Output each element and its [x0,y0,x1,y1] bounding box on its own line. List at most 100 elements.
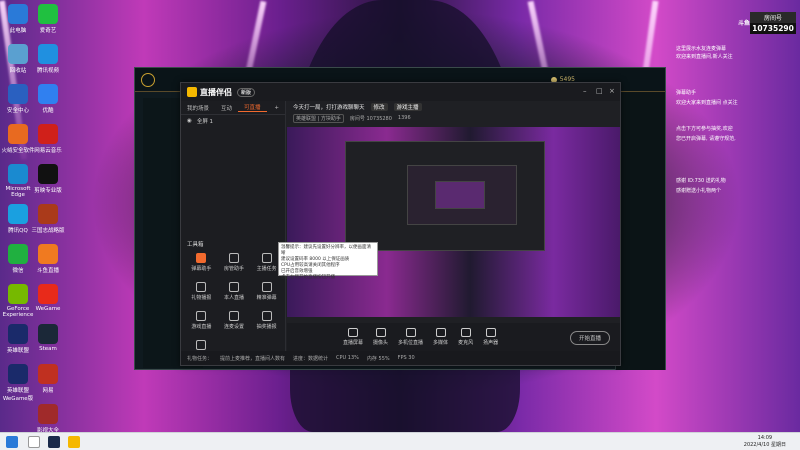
chat-overlay: 斗鱼 房间号 10735290 这里展示水友连麦弹幕 欢迎来到直播间,新人关注 弹幕… [670,8,800,198]
clock[interactable]: 14:09 2022/4/10 星期日 [744,435,786,449]
status-item: FPS 30 [397,355,415,361]
window-controls: – □ × [583,88,616,95]
maximize-icon[interactable]: □ [596,88,603,95]
desktop-icon[interactable]: Steam [30,324,66,352]
app-titlebar: 直播伴侣 新版 – □ × [181,83,620,101]
desktop-icon[interactable]: 爱奇艺 [30,4,66,34]
taskbar-app-icon[interactable] [48,436,60,448]
tool-button[interactable]: 本人直播 [218,282,251,301]
game-friends-panel [615,92,665,370]
control-button[interactable]: 多媒体 [433,328,448,346]
tool-button[interactable]: 房管助手 [218,253,251,272]
taskbar-app-icon[interactable] [28,436,40,448]
start-icon[interactable] [6,436,18,448]
app-icon [38,324,58,344]
tool-icon [196,282,207,292]
room-number: 房间号 10735280 [349,115,392,122]
desktop-icon-label: 腾讯视频 [36,68,59,74]
app-icon [8,44,28,64]
tool-button[interactable]: 精准弹幕 [250,282,283,301]
control-button[interactable]: 摄像头 [373,328,388,346]
desktop-icon-label: WeGame [35,306,61,312]
tip-line: 点击右侧开始直播按钮开播 [281,275,335,280]
scene-item[interactable]: ◉ 全屏 1 [181,115,285,127]
tool-button[interactable]: 弹幕助手 [185,253,218,272]
control-button[interactable]: 直播屏幕 [343,328,363,346]
tips-popup: 温馨提示：建议先设置好分辨率，以便画面清晰 建议设置码率 8000 以上保证画质 C… [278,242,378,280]
control-label: 扬声器 [483,340,499,346]
chat-message: 感谢赠送小礼物两个 [676,188,722,194]
tool-button[interactable]: 连麦设置 [218,311,251,330]
status-item: CPU 13% [336,355,359,361]
desktop-icon-label: 网易 [42,388,54,394]
edit-title-button[interactable]: 修改 [370,103,388,111]
desktop-icon[interactable]: 网易 [30,364,66,394]
add-scene-icon[interactable]: + [268,105,285,111]
desktop-icon[interactable]: 优酷 [30,84,66,114]
tool-button[interactable]: 抽奖播报 [250,311,283,330]
chat-message: 您已开启弹幕, 请遵守规范, [676,136,736,142]
streaming-app-window[interactable]: 直播伴侣 新版 – □ × 我的场景 互动 可直播 + ◉ 全屏 1 工具箱 弹… [180,82,621,366]
app-icon [8,84,28,104]
close-icon[interactable]: × [609,88,616,95]
control-button[interactable]: 多机位直播 [398,328,423,346]
desktop-icon-label: 爱奇艺 [39,28,57,34]
stream-preview[interactable] [287,127,620,317]
control-button[interactable]: 麦克风 [458,328,473,346]
eye-icon[interactable]: ◉ [187,118,192,124]
tab-scenes[interactable]: 我的场景 [181,104,215,112]
tool-label: 连麦设置 [223,324,244,330]
app-icon [38,44,58,64]
status-item: 提前上麦推荐，直播间人数有 [220,355,286,362]
status-item: 内存 55% [366,355,390,362]
app-icon [38,164,58,184]
desktop-icon[interactable]: 网易云音乐 [30,124,66,154]
nested-preview-window [435,181,485,209]
room-label: 房间号 [750,12,796,23]
category-label[interactable]: 游戏主播 [393,103,422,111]
tool-icon [196,340,207,350]
app-icon [38,4,58,24]
app-icon [8,4,28,24]
tab-live[interactable]: 可直播 [238,103,267,112]
control-icon [485,328,496,337]
main-area: 今天打一局，打打游戏聊聊天 修改 游戏主播 英雄联盟 | 方块助手 房间号 10… [287,101,620,351]
minimize-icon[interactable]: – [583,88,590,95]
desktop-icon[interactable]: 斗鱼直播 [30,244,66,274]
taskbar-app-icon[interactable] [68,436,80,448]
status-bar: 礼物任务： 提前上麦推荐，直播间人数有 进度：数据统计 CPU 13% 内存 55% FP… [181,351,620,365]
chat-message: 点击下方可参与抽奖,欢迎 [676,126,733,132]
app-icon [8,204,28,224]
live-title: 今天打一局，打打游戏聊聊天 [293,105,365,111]
control-button[interactable]: 扬声器 [483,328,498,346]
scene-tabs: 我的场景 互动 可直播 + [181,101,285,115]
tool-button[interactable]: 游戏直播 [185,311,218,330]
desktop-icon[interactable]: WeGame [30,284,66,312]
scene-name: 全屏 1 [196,119,214,125]
control-label: 麦克风 [458,340,474,346]
live-title-row: 今天打一局，打打游戏聊聊天 修改 游戏主播 [287,101,620,113]
start-live-button[interactable]: 开始直播 [569,331,610,345]
desktop-icon[interactable]: 腾讯视频 [30,44,66,74]
desktop-icon[interactable]: 三国志战略版 [30,204,66,234]
desktop-icon[interactable]: 影视大全 [30,404,66,434]
tool-label: 抽奖播报 [256,324,277,330]
room-number-box: 房间号 10735290 [750,12,796,34]
desktop-icon-label: Steam [39,346,57,352]
desktop-icon[interactable]: 剪映专业版 [30,164,66,194]
app-icon [8,244,28,264]
app-icon [8,164,28,184]
desktop-icon-label: 优酷 [42,108,54,114]
tool-button[interactable]: 礼物播报 [185,282,218,301]
chat-message: 感谢 ID:730 送的礼物 [676,178,726,184]
tool-icon [261,282,272,292]
control-icon [375,328,386,337]
app-icon [8,284,28,304]
status-item: 进度：数据统计 [293,355,329,362]
viewer-count: 1396 [397,115,411,121]
tab-interact[interactable]: 互动 [215,104,238,112]
category-tag: 英雄联盟 | 方块助手 [293,113,344,123]
control-icon [405,328,416,337]
taskbar: 14:09 2022/4/10 星期日 [0,432,800,450]
app-icon [38,124,58,144]
